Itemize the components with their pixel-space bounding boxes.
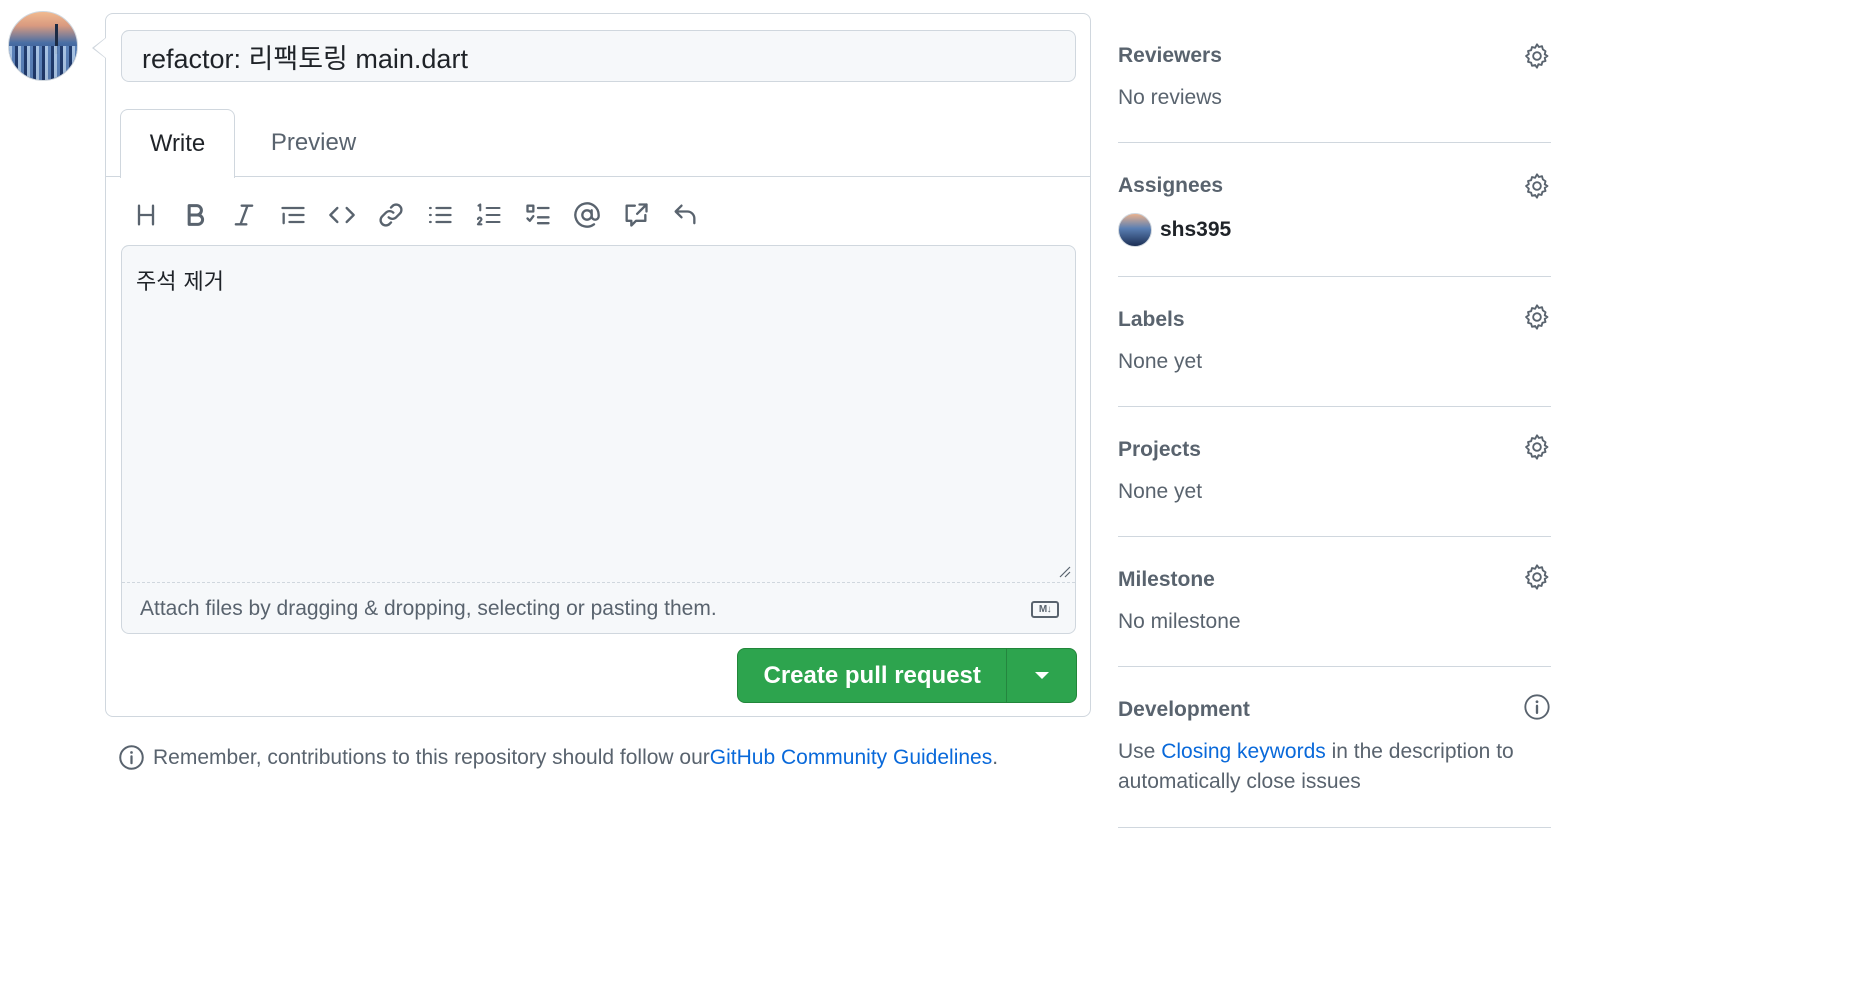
- projects-heading: Projects: [1118, 438, 1201, 461]
- quote-icon: [280, 206, 305, 225]
- pr-body-textarea[interactable]: 주석 제거: [122, 246, 1075, 582]
- resize-handle-icon[interactable]: [1059, 566, 1071, 578]
- task-list-button[interactable]: [513, 193, 562, 237]
- development-heading: Development: [1118, 698, 1250, 721]
- code-icon: [328, 206, 355, 224]
- reviewers-value: No reviews: [1118, 86, 1222, 109]
- pr-title-input[interactable]: [121, 30, 1076, 82]
- gear-icon[interactable]: [1523, 433, 1551, 461]
- labels-heading: Labels: [1118, 308, 1185, 331]
- comment-editor: 주석 제거 Attach files by dragging & droppin…: [121, 245, 1076, 634]
- avatar-city-shape: [9, 46, 77, 80]
- create-pull-request-button[interactable]: Create pull request: [738, 649, 1006, 702]
- create-options-dropdown[interactable]: [1006, 649, 1076, 702]
- attach-files-hint: Attach files by dragging & dropping, sel…: [140, 597, 717, 620]
- bold-button[interactable]: [170, 193, 219, 237]
- markdown-toolbar: [121, 190, 709, 240]
- labels-section: Labels None yet: [1118, 294, 1551, 407]
- reviewers-section: Reviewers No reviews: [1118, 30, 1551, 143]
- author-avatar[interactable]: [8, 11, 78, 81]
- info-icon[interactable]: [1523, 693, 1551, 721]
- editor-tabs: Write Preview: [106, 109, 1090, 178]
- heading-icon: [137, 204, 154, 226]
- remember-period: .: [992, 745, 999, 769]
- code-button[interactable]: [317, 193, 366, 237]
- milestone-heading: Milestone: [1118, 568, 1215, 591]
- bold-icon: [187, 204, 204, 226]
- milestone-value: No milestone: [1118, 610, 1241, 633]
- saved-reply-button[interactable]: [660, 193, 709, 237]
- mention-button[interactable]: [562, 193, 611, 237]
- gear-icon[interactable]: [1523, 563, 1551, 591]
- assignee-username: shs395: [1160, 218, 1232, 241]
- remember-text: Remember, contributions to this reposito…: [153, 745, 710, 769]
- cross-reference-button[interactable]: [611, 193, 660, 237]
- tab-preview[interactable]: Preview: [256, 109, 371, 177]
- attach-files-bar[interactable]: Attach files by dragging & dropping, sel…: [122, 582, 1075, 633]
- quote-button[interactable]: [268, 193, 317, 237]
- labels-value: None yet: [1118, 350, 1203, 373]
- development-text: Use: [1118, 740, 1162, 763]
- gear-icon[interactable]: [1523, 42, 1551, 70]
- task-list-icon: [525, 204, 550, 225]
- milestone-section: Milestone No milestone: [1118, 554, 1551, 667]
- gear-icon[interactable]: [1523, 172, 1551, 200]
- development-section: Development Use Closing keywords in the …: [1118, 684, 1551, 828]
- projects-section: Projects None yet: [1118, 424, 1551, 537]
- mention-icon: [573, 202, 600, 228]
- italic-button[interactable]: [219, 193, 268, 237]
- reviewers-heading: Reviewers: [1118, 44, 1222, 67]
- community-guidelines-note: Remember, contributions to this reposito…: [118, 744, 998, 771]
- italic-icon: [234, 204, 253, 226]
- closing-keywords-link[interactable]: Closing keywords: [1161, 740, 1326, 763]
- gear-icon[interactable]: [1523, 303, 1551, 331]
- avatar: [1118, 213, 1152, 247]
- projects-value: None yet: [1118, 480, 1203, 503]
- info-icon: [119, 745, 144, 770]
- pull-request-composer: Write Preview: [105, 13, 1091, 717]
- link-icon: [378, 203, 403, 227]
- link-button[interactable]: [366, 193, 415, 237]
- create-pull-request-group: Create pull request: [737, 648, 1077, 703]
- development-description: Use Closing keywords in the description …: [1118, 737, 1543, 797]
- ordered-list-button[interactable]: [464, 193, 513, 237]
- ordered-list-icon: [476, 203, 501, 226]
- composer-caret-fill: [94, 38, 106, 58]
- saved-reply-icon: [674, 204, 695, 225]
- unordered-list-button[interactable]: [415, 193, 464, 237]
- assignees-heading: Assignees: [1118, 174, 1224, 197]
- tab-write[interactable]: Write: [120, 109, 235, 178]
- cross-reference-icon: [625, 203, 648, 227]
- unordered-list-icon: [428, 206, 452, 224]
- assignees-section: Assignees shs395: [1118, 160, 1551, 277]
- assignee-user[interactable]: shs395: [1118, 213, 1231, 247]
- community-guidelines-link[interactable]: GitHub Community Guidelines: [710, 746, 992, 770]
- markdown-icon[interactable]: M↓: [1031, 601, 1059, 618]
- heading-button[interactable]: [121, 193, 170, 237]
- triangle-down-icon: [1034, 672, 1049, 679]
